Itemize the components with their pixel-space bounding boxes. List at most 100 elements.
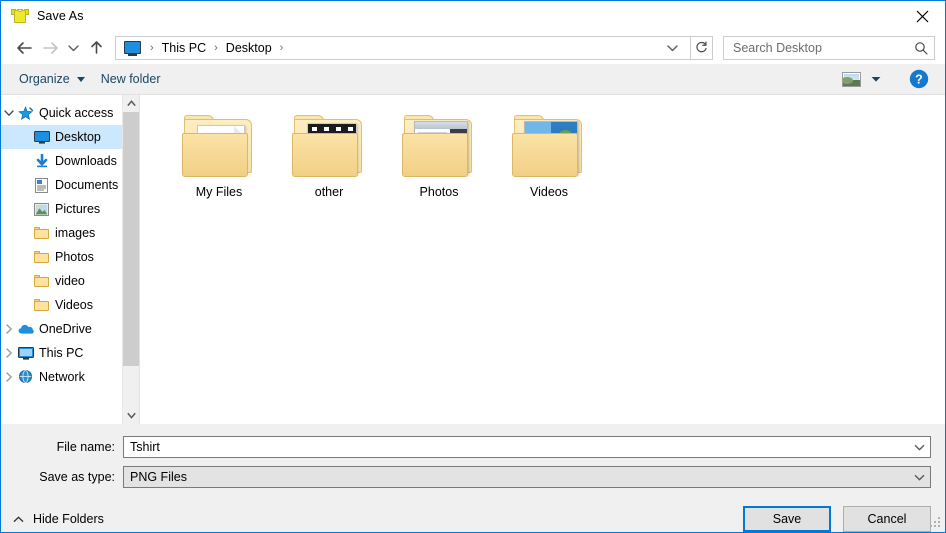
file-list-pane[interactable]: My Files other Photos Videos bbox=[140, 95, 945, 424]
new-folder-button[interactable]: New folder bbox=[93, 68, 169, 90]
documents-icon bbox=[33, 177, 50, 193]
file-item[interactable]: My Files bbox=[164, 109, 274, 201]
file-item[interactable]: Videos bbox=[494, 109, 604, 201]
save-as-type-value[interactable]: PNG Files bbox=[130, 470, 908, 484]
sidebar-item-label: Downloads bbox=[55, 154, 117, 168]
file-name-chevron-down-icon[interactable] bbox=[908, 444, 930, 451]
sidebar-item-downloads[interactable]: Downloads bbox=[1, 149, 139, 173]
screenshot-folder-thumb bbox=[400, 113, 478, 177]
file-name-row: File name: Tshirt bbox=[1, 436, 931, 458]
svg-text:?: ? bbox=[915, 73, 923, 87]
sidebar-item-documents[interactable]: Documents bbox=[1, 173, 139, 197]
recent-locations-chevron-down-icon[interactable] bbox=[63, 35, 83, 61]
network-globe-icon bbox=[17, 370, 34, 384]
folder-icon bbox=[33, 299, 50, 311]
sidebar-item-pictures[interactable]: Pictures bbox=[1, 197, 139, 221]
sidebar-item-desktop[interactable]: Desktop bbox=[1, 125, 139, 149]
search-box[interactable]: Search Desktop bbox=[723, 35, 935, 60]
sidebar-item-label: images bbox=[55, 226, 96, 240]
file-name-field[interactable]: Tshirt bbox=[123, 436, 931, 458]
film-folder-thumb bbox=[290, 113, 368, 177]
file-item[interactable]: other bbox=[274, 109, 384, 201]
breadcrumb[interactable]: › This PC › Desktop › bbox=[115, 35, 691, 60]
quick-access-star-icon bbox=[17, 105, 34, 121]
pictures-icon bbox=[33, 202, 50, 216]
sidebar-item-video[interactable]: video bbox=[1, 269, 139, 293]
breadcrumb-separator-2: › bbox=[279, 41, 284, 54]
view-chevron-down-icon[interactable] bbox=[871, 70, 881, 88]
cancel-button[interactable]: Cancel bbox=[843, 506, 931, 532]
folder-tree: Quick access Desktop Downloads Documents Pic… bbox=[1, 101, 139, 389]
tree-expander-collapsed-icon[interactable] bbox=[1, 324, 17, 334]
sidebar-item-videos[interactable]: Videos bbox=[1, 293, 139, 317]
chevron-down-icon bbox=[76, 76, 85, 82]
search-input[interactable]: Search Desktop bbox=[733, 41, 914, 55]
up-arrow-icon[interactable] bbox=[83, 35, 109, 61]
hide-folders-label: Hide Folders bbox=[33, 512, 104, 526]
file-item[interactable]: Photos bbox=[384, 109, 494, 201]
file-item-label: Videos bbox=[530, 185, 568, 199]
hide-folders-button[interactable]: Hide Folders bbox=[13, 512, 104, 526]
sidebar-item-this-pc[interactable]: This PC bbox=[1, 341, 139, 365]
new-folder-label: New folder bbox=[100, 72, 161, 86]
change-view-button[interactable] bbox=[836, 67, 887, 91]
this-pc-icon bbox=[17, 346, 34, 360]
file-item-label: My Files bbox=[195, 185, 243, 199]
view-layout-icon bbox=[842, 71, 861, 87]
close-icon[interactable] bbox=[899, 1, 945, 31]
scroll-up-icon[interactable] bbox=[123, 95, 139, 112]
sidebar-item-images[interactable]: images bbox=[1, 221, 139, 245]
sidebar-item-onedrive[interactable]: OneDrive bbox=[1, 317, 139, 341]
sidebar-item-label: OneDrive bbox=[39, 322, 92, 336]
sidebar-item-photos[interactable]: Photos bbox=[1, 245, 139, 269]
back-arrow-icon[interactable] bbox=[11, 35, 37, 61]
sidebar-item-label: Desktop bbox=[55, 130, 101, 144]
sidebar-item-label: Videos bbox=[55, 298, 93, 312]
refresh-icon[interactable] bbox=[691, 35, 713, 60]
onedrive-cloud-icon bbox=[17, 323, 34, 335]
save-button[interactable]: Save bbox=[743, 506, 831, 532]
tree-expander-collapsed-icon[interactable] bbox=[1, 348, 17, 358]
file-item-label: Photos bbox=[419, 185, 459, 199]
dialog-button-row: Hide Folders Save Cancel bbox=[1, 496, 945, 532]
this-pc-icon bbox=[124, 41, 141, 56]
save-as-type-label: Save as type: bbox=[39, 470, 115, 484]
sidebar-item-label: Documents bbox=[55, 178, 119, 192]
save-as-type-chevron-down-icon[interactable] bbox=[908, 474, 930, 481]
scrollbar-track[interactable] bbox=[123, 112, 139, 407]
sidebar-item-label: Photos bbox=[55, 250, 94, 264]
file-name-value[interactable]: Tshirt bbox=[130, 440, 908, 454]
breadcrumb-separator-1: › bbox=[214, 41, 218, 54]
resize-grip-icon[interactable] bbox=[930, 517, 942, 529]
sidebar-item-quick-access[interactable]: Quick access bbox=[1, 101, 139, 125]
tshirt-icon bbox=[11, 7, 29, 25]
folder-icon bbox=[33, 227, 50, 239]
sidebar-item-label: This PC bbox=[39, 346, 84, 360]
breadcrumb-item-desktop[interactable]: Desktop bbox=[224, 41, 274, 55]
chevron-up-icon bbox=[13, 512, 24, 526]
address-bar: › This PC › Desktop › Search Desktop bbox=[1, 31, 945, 64]
search-icon[interactable] bbox=[914, 41, 928, 55]
file-grid: My Files other Photos Videos bbox=[164, 109, 945, 201]
forward-arrow-icon bbox=[37, 35, 63, 61]
sidebar-item-network[interactable]: Network bbox=[1, 365, 139, 389]
save-as-type-row: Save as type: PNG Files bbox=[1, 466, 931, 488]
scrollbar-thumb[interactable] bbox=[123, 112, 139, 366]
scroll-down-icon[interactable] bbox=[123, 407, 139, 424]
sidebar-item-label: video bbox=[55, 274, 85, 288]
sidebar-item-label: Quick access bbox=[39, 106, 114, 120]
breadcrumb-chevron-down-icon[interactable] bbox=[663, 44, 686, 52]
sidebar-item-label: Pictures bbox=[55, 202, 101, 216]
tree-expander-collapsed-icon[interactable] bbox=[1, 372, 17, 382]
nav-pane-scrollbar[interactable] bbox=[122, 95, 139, 424]
sidebar-item-label: Network bbox=[39, 370, 85, 384]
breadcrumb-separator-0: › bbox=[150, 41, 154, 54]
tree-expander-expanded-icon[interactable] bbox=[1, 109, 17, 117]
title-bar: Save As bbox=[1, 1, 945, 31]
photo-collage-folder-thumb bbox=[510, 113, 588, 177]
window-title: Save As bbox=[37, 9, 84, 23]
save-as-type-field[interactable]: PNG Files bbox=[123, 466, 931, 488]
organize-button[interactable]: Organize bbox=[11, 68, 93, 90]
breadcrumb-item-this-pc[interactable]: This PC bbox=[160, 41, 208, 55]
help-icon[interactable]: ? bbox=[909, 69, 929, 89]
